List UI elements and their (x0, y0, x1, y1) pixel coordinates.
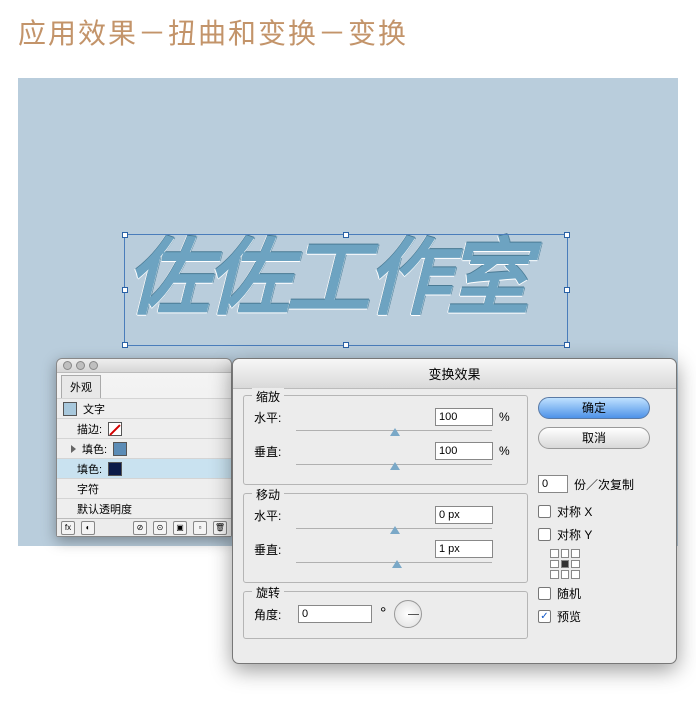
appearance-row-opacity[interactable]: 默认透明度 (57, 498, 231, 518)
degree-unit: ° (380, 605, 386, 623)
reflect-x-row[interactable]: 对称 X (538, 503, 666, 520)
scale-legend: 缩放 (252, 388, 284, 405)
link-icon[interactable]: ⊙ (153, 521, 167, 535)
move-h-label: 水平: (254, 507, 290, 524)
selected-text-object[interactable]: 佐佐工作室 (126, 236, 566, 344)
selection-handle[interactable] (343, 342, 349, 348)
row-label: 填色: (82, 441, 107, 457)
appearance-row-fill[interactable]: 填色: (57, 438, 231, 458)
registration-point-grid[interactable] (550, 549, 580, 579)
angle-input[interactable] (298, 605, 372, 623)
fx-icon[interactable]: fx (61, 521, 75, 535)
selection-handle[interactable] (122, 287, 128, 293)
none-swatch-icon[interactable] (108, 422, 122, 436)
swatch-icon[interactable] (108, 462, 122, 476)
disclosure-triangle-icon[interactable] (71, 445, 76, 453)
scale-v-slider[interactable] (296, 464, 492, 472)
no-icon[interactable]: ⊘ (133, 521, 147, 535)
minimize-icon[interactable] (76, 361, 85, 370)
move-legend: 移动 (252, 486, 284, 503)
panel-footer: fx ◐ ⊘ ⊙ ▣ ▫ 🗑 (57, 518, 231, 536)
move-v-label: 垂直: (254, 541, 290, 558)
page-title: 应用效果－扭曲和变换－变换 (0, 0, 696, 64)
row-label: 字符 (77, 481, 99, 497)
selection-handle[interactable] (564, 342, 570, 348)
move-v-slider[interactable] (296, 562, 492, 570)
panel-titlebar[interactable] (57, 359, 231, 373)
reflect-x-label: 对称 X (557, 503, 592, 520)
checkbox-icon[interactable] (538, 587, 551, 600)
checkbox-icon[interactable] (538, 528, 551, 541)
scale-v-input[interactable] (435, 442, 493, 460)
move-v-input[interactable] (435, 540, 493, 558)
move-h-input[interactable] (435, 506, 493, 524)
close-icon[interactable] (63, 361, 72, 370)
scale-h-slider[interactable] (296, 430, 492, 438)
copies-label: 份／次复制 (574, 476, 634, 493)
preview-row[interactable]: 预览 (538, 608, 666, 625)
scale-group: 缩放 水平: % 垂直: % (243, 395, 528, 485)
preview-label: 预览 (557, 608, 581, 625)
registration-center[interactable] (561, 560, 570, 569)
move-group: 移动 水平: 垂直: (243, 493, 528, 583)
zoom-icon[interactable] (89, 361, 98, 370)
appearance-row-fill-selected[interactable]: 填色: (57, 458, 231, 478)
opacity-icon[interactable]: ◐ (81, 521, 95, 535)
selection-outline (124, 234, 568, 346)
checkbox-icon[interactable] (538, 610, 551, 623)
cancel-button[interactable]: 取消 (538, 427, 650, 449)
new-icon[interactable]: ▫ (193, 521, 207, 535)
copies-input[interactable] (538, 475, 568, 493)
rotate-legend: 旋转 (252, 584, 284, 601)
dialog-title: 变换效果 (233, 359, 676, 389)
appearance-panel[interactable]: 外观 文字 描边: 填色: 填色: 字符 默认透明度 fx ◐ (56, 358, 232, 537)
checkbox-icon[interactable] (538, 505, 551, 518)
random-label: 随机 (557, 585, 581, 602)
scale-h-input[interactable] (435, 408, 493, 426)
duplicate-icon[interactable]: ▣ (173, 521, 187, 535)
row-label: 文字 (83, 401, 105, 417)
trash-icon[interactable]: 🗑 (213, 521, 227, 535)
appearance-row-char[interactable]: 字符 (57, 478, 231, 498)
angle-label: 角度: (254, 606, 290, 623)
reflect-y-row[interactable]: 对称 Y (538, 526, 666, 543)
selection-handle[interactable] (122, 342, 128, 348)
scale-v-label: 垂直: (254, 443, 290, 460)
selection-handle[interactable] (564, 232, 570, 238)
row-label: 描边: (77, 421, 102, 437)
swatch-icon (63, 402, 77, 416)
appearance-row-text[interactable]: 文字 (57, 398, 231, 418)
row-label: 默认透明度 (77, 501, 132, 517)
unit-percent: % (499, 410, 517, 424)
scale-h-label: 水平: (254, 409, 290, 426)
appearance-tab[interactable]: 外观 (61, 375, 101, 398)
row-label: 填色: (77, 461, 102, 477)
ok-button[interactable]: 确定 (538, 397, 650, 419)
angle-dial[interactable] (394, 600, 422, 628)
move-h-slider[interactable] (296, 528, 492, 536)
transform-effect-dialog[interactable]: 变换效果 缩放 水平: % 垂直: % (232, 358, 677, 664)
selection-handle[interactable] (343, 232, 349, 238)
reflect-y-label: 对称 Y (557, 526, 592, 543)
selection-handle[interactable] (564, 287, 570, 293)
unit-percent: % (499, 444, 517, 458)
swatch-icon[interactable] (113, 442, 127, 456)
random-row[interactable]: 随机 (538, 585, 666, 602)
appearance-row-stroke[interactable]: 描边: (57, 418, 231, 438)
selection-handle[interactable] (122, 232, 128, 238)
rotate-group: 旋转 角度: ° (243, 591, 528, 639)
